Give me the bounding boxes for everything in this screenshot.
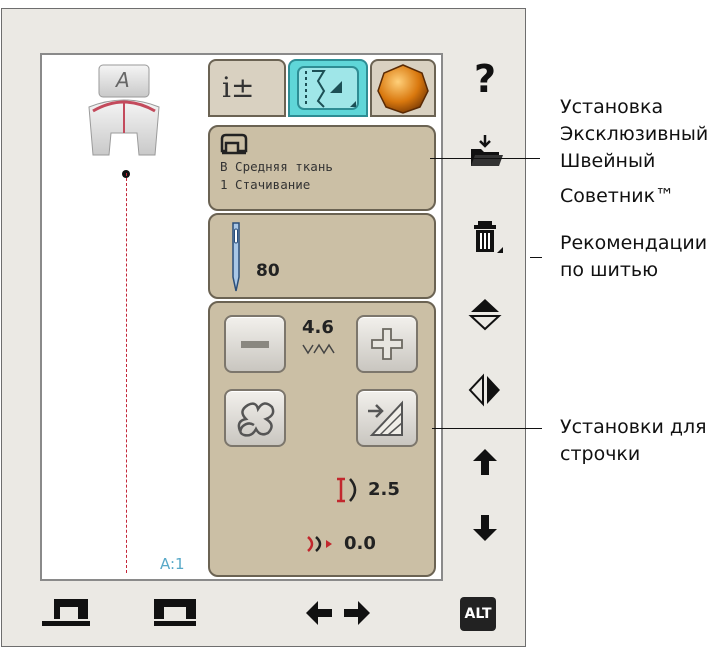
presser-foot-icon: A xyxy=(85,63,163,157)
mirror-horizontal-icon[interactable] xyxy=(450,373,520,411)
tab-stitch[interactable] xyxy=(288,59,368,117)
fabric-type-text: В Средняя ткань xyxy=(220,159,333,174)
info-tab-label: i± xyxy=(222,71,255,104)
recommendations-leader-line xyxy=(530,257,542,258)
recommendations-callout: Рекомендации по шитью xyxy=(560,230,707,284)
foot-letter: A xyxy=(116,68,130,92)
mirror-vertical-icon[interactable] xyxy=(450,297,520,335)
sewing-machine-panel: A A:1 i± В Средняя ткань 1 Стачивание 80… xyxy=(1,8,526,647)
stitch-zigzag-icon xyxy=(297,66,359,110)
plus-icon xyxy=(371,328,403,360)
needle-icon xyxy=(232,222,240,292)
pattern-label: A:1 xyxy=(160,555,185,573)
advisor-leader-line xyxy=(430,158,540,159)
settings-panel: i± В Средняя ткань 1 Стачивание 80 4.6 2… xyxy=(208,59,440,577)
arrow-left-icon[interactable] xyxy=(304,599,334,631)
recommendations-callout-line2: по шитью xyxy=(560,259,659,281)
touch-screen: A A:1 i± В Средняя ткань 1 Стачивание 80… xyxy=(40,53,443,581)
stitch-positioning-icon xyxy=(307,536,332,552)
stitch-line xyxy=(126,173,127,573)
tab-info[interactable]: i± xyxy=(208,59,286,117)
advisor-callout-line2: Эксклюзивный xyxy=(560,123,709,145)
arrow-down-icon[interactable] xyxy=(450,513,520,547)
stitch-settings-callout-line1: Установки для xyxy=(560,416,707,438)
sewing-machine-icon xyxy=(220,133,248,155)
arrow-right-icon[interactable] xyxy=(342,599,372,631)
stitch-settings-callout-line2: строчки xyxy=(560,443,641,465)
load-folder-icon[interactable] xyxy=(450,133,520,173)
needle-size: 80 xyxy=(256,261,280,281)
sewing-mode-icon[interactable] xyxy=(42,597,92,631)
pattern-start-button[interactable] xyxy=(224,389,286,447)
stitch-width-minus-button[interactable] xyxy=(224,315,286,373)
advisor-callout: Установка Эксклюзивный Швейный Советник™ xyxy=(560,94,708,210)
stitch-width-icon xyxy=(302,343,335,355)
tab-thread-color[interactable] xyxy=(370,59,436,117)
stitch-width-value: 4.6 xyxy=(302,317,334,338)
stitch-width-plus-button[interactable] xyxy=(356,315,418,373)
thread-color-icon xyxy=(377,64,429,114)
recommendations-callout-line1: Рекомендации xyxy=(560,232,708,254)
sewing-technique-text: 1 Стачивание xyxy=(220,177,311,192)
embroidery-mode-icon[interactable] xyxy=(150,597,200,631)
alt-button[interactable]: ALT xyxy=(460,597,496,631)
advisor-callout-line3: Швейный xyxy=(560,150,656,172)
advisor-callout-line1: Установка xyxy=(560,96,664,118)
stitch-preview-area: A A:1 xyxy=(42,55,204,579)
arrow-up-icon[interactable] xyxy=(450,447,520,481)
tapering-button[interactable] xyxy=(356,389,418,447)
tapering-icon xyxy=(368,400,403,436)
sewing-recommendations-box[interactable]: 80 xyxy=(208,213,436,299)
help-icon[interactable]: ? xyxy=(450,57,520,101)
stitch-length-icon xyxy=(337,477,357,503)
stitch-settings-box: 4.6 2.5 0.0 xyxy=(208,301,436,577)
minus-icon xyxy=(241,341,269,348)
stitch-settings-leader-line xyxy=(432,428,542,429)
trash-icon[interactable] xyxy=(450,217,520,261)
exclusive-sewing-advisor-box[interactable]: В Средняя ткань 1 Стачивание xyxy=(208,125,436,211)
stitch-positioning-value: 0.0 xyxy=(344,533,376,554)
advisor-callout-line4: Советник™ xyxy=(560,185,675,207)
stitch-length-value: 2.5 xyxy=(368,479,400,500)
free-motion-icon xyxy=(237,402,275,437)
stitch-settings-callout: Установки для строчки xyxy=(560,414,707,468)
